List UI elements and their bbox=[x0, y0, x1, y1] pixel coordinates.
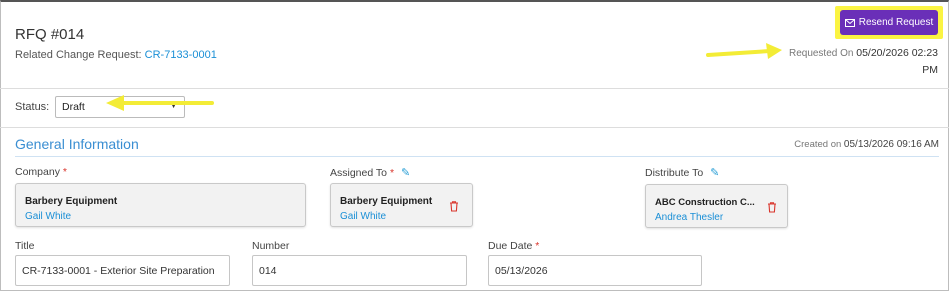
related-link[interactable]: CR-7133-0001 bbox=[145, 49, 217, 61]
required-marker: * bbox=[62, 166, 67, 178]
company-card[interactable]: Barbery Equipment Gail White bbox=[15, 183, 306, 227]
section-title: General Information bbox=[15, 136, 139, 152]
due-date-input[interactable]: 05/13/2026 bbox=[488, 255, 702, 286]
created-on: Created on 05/13/2026 09:16 AM bbox=[760, 139, 939, 150]
trash-icon[interactable] bbox=[447, 199, 461, 213]
arrow-annotation-icon bbox=[706, 43, 782, 59]
resend-highlight: Resend Request bbox=[835, 6, 943, 39]
title-input[interactable]: CR-7133-0001 - Exterior Site Preparation bbox=[15, 255, 230, 286]
required-marker: * bbox=[535, 240, 540, 252]
resend-label: Resend Request bbox=[858, 17, 934, 28]
resend-request-button[interactable]: Resend Request bbox=[840, 10, 938, 35]
page-title: RFQ #014 bbox=[15, 26, 85, 43]
distribute-to-label: Distribute To ✎ bbox=[645, 167, 720, 179]
section-divider bbox=[15, 156, 939, 157]
pencil-icon[interactable]: ✎ bbox=[401, 167, 410, 179]
requested-label: Requested On bbox=[788, 48, 854, 59]
assigned-to-card[interactable]: Barbery Equipment Gail White bbox=[330, 183, 473, 227]
company-name: Barbery Equipment bbox=[25, 196, 118, 207]
distribute-company: ABC Construction C... bbox=[655, 197, 755, 208]
arrow-annotation-icon bbox=[106, 95, 214, 111]
distribute-to-card[interactable]: ABC Construction C... Andrea Thesler bbox=[645, 184, 788, 228]
title-label: Title bbox=[15, 240, 35, 252]
requested-on: Requested On 05/20/2026 02:23 PM bbox=[780, 45, 938, 79]
related-change-request: Related Change Request: CR-7133-0001 bbox=[15, 49, 217, 61]
distribute-contact[interactable]: Andrea Thesler bbox=[655, 212, 723, 223]
envelope-icon bbox=[844, 18, 855, 27]
divider bbox=[0, 127, 949, 128]
number-input[interactable]: 014 bbox=[252, 255, 467, 286]
trash-icon[interactable] bbox=[765, 200, 779, 214]
assigned-contact[interactable]: Gail White bbox=[340, 211, 386, 222]
company-label: Company * bbox=[15, 166, 67, 178]
due-date-label: Due Date * bbox=[488, 240, 540, 252]
company-contact[interactable]: Gail White bbox=[25, 211, 71, 222]
status-value: Draft bbox=[62, 101, 85, 113]
required-marker: * bbox=[389, 167, 395, 179]
created-label: Created on bbox=[794, 139, 842, 150]
assigned-company: Barbery Equipment bbox=[340, 196, 433, 207]
number-label: Number bbox=[252, 240, 290, 252]
pencil-icon[interactable]: ✎ bbox=[710, 167, 719, 179]
status-label: Status: bbox=[15, 101, 50, 113]
created-value: 05/13/2026 09:16 AM bbox=[843, 139, 939, 150]
related-label: Related Change Request: bbox=[15, 49, 142, 61]
assigned-to-label: Assigned To * ✎ bbox=[330, 167, 411, 179]
requested-value: 05/20/2026 02:23 PM bbox=[856, 47, 938, 76]
divider bbox=[0, 88, 949, 89]
